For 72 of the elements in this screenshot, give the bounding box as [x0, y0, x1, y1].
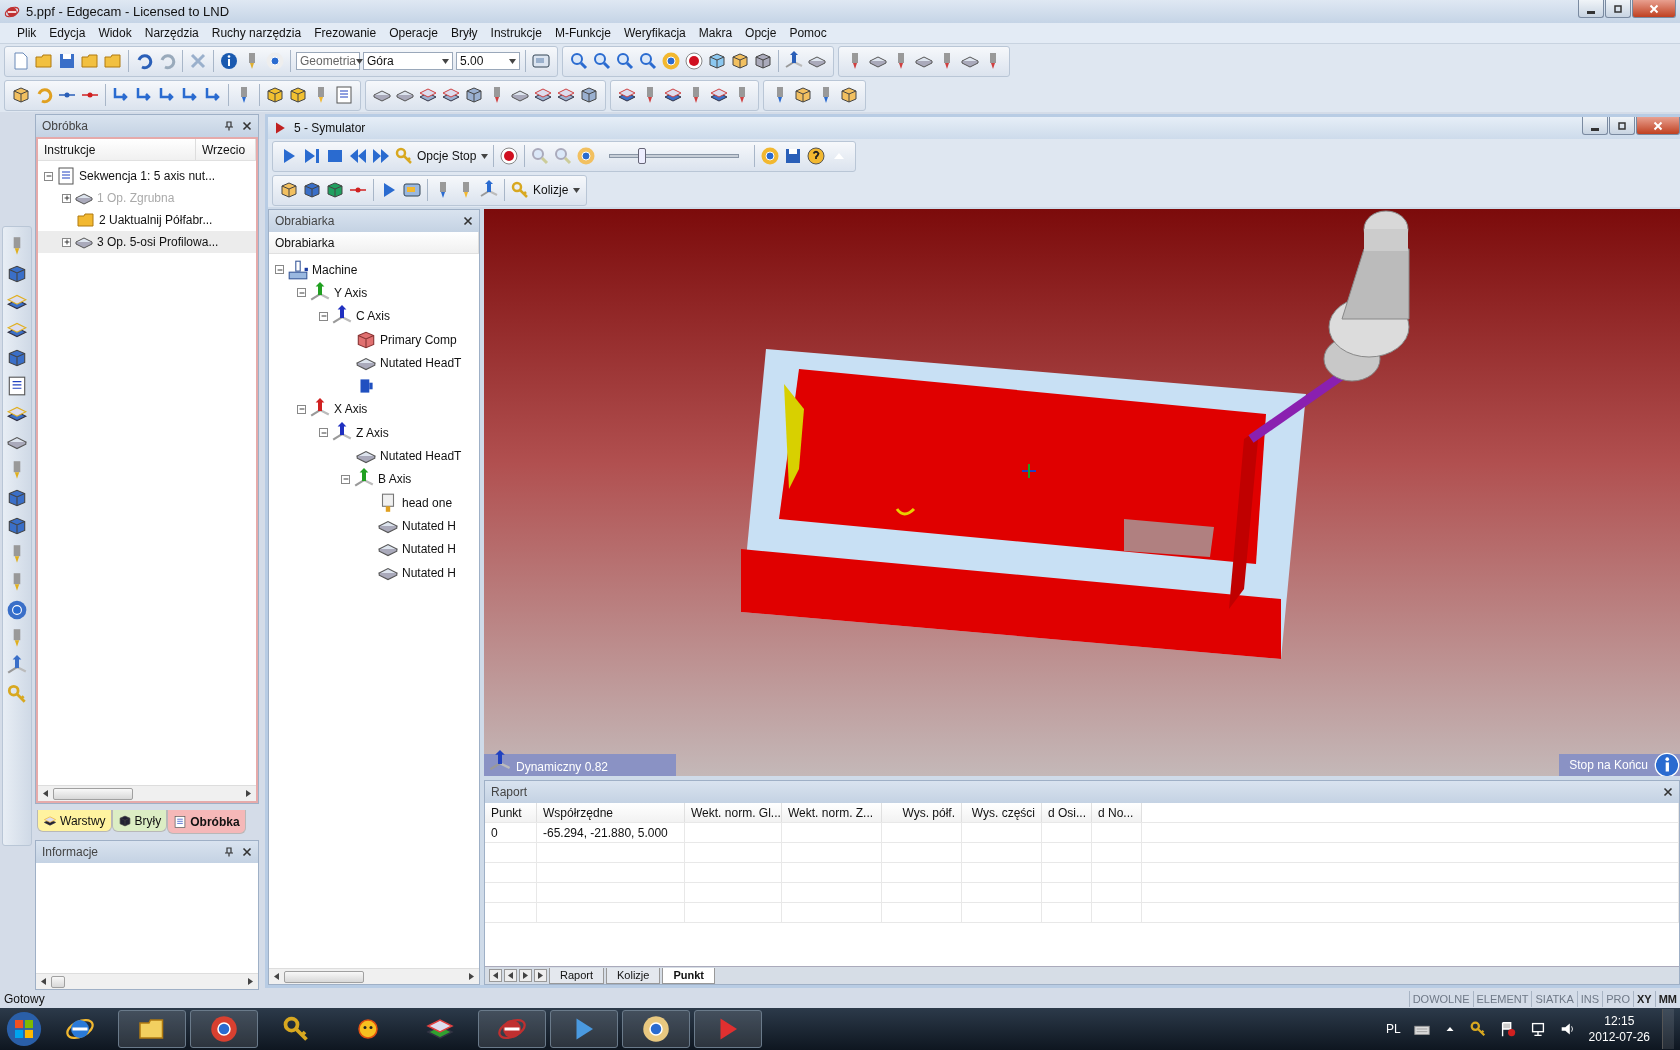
menu-item[interactable]: Operacje — [382, 26, 444, 40]
window-title: 5.ppf - Edgecam - Licensed to LND — [26, 4, 231, 19]
menu-item[interactable]: M-Funkcje — [547, 26, 617, 40]
panel-tab[interactable]: Warstwy — [37, 810, 112, 832]
panel-tab[interactable]: Bryły — [111, 810, 168, 832]
panel-title: Raport — [491, 785, 528, 799]
stop-options-button[interactable]: Opcje Stop — [417, 149, 489, 163]
tree-item[interactable]: 3 Op. 5-osi Profilowa... — [38, 231, 256, 253]
tree-item[interactable]: Primary Comp — [269, 327, 479, 352]
menu-item[interactable]: Opcje — [738, 26, 783, 40]
clock[interactable]: 12:15 2012-07-26 — [1588, 1013, 1650, 1045]
status-indicator: XY — [1633, 991, 1655, 1007]
column-header[interactable]: Wys. półf. — [882, 803, 962, 822]
language-indicator[interactable]: PL — [1385, 1022, 1401, 1036]
column-header[interactable]: Współrzędne — [537, 803, 685, 822]
menu-item[interactable]: Weryfikacja — [616, 26, 692, 40]
status-indicator: INS — [1576, 991, 1603, 1007]
tree-item[interactable]: Nutated H — [269, 537, 479, 561]
tree-item[interactable]: Z Axis — [269, 421, 479, 445]
column-header[interactable]: Obrabiarka — [269, 232, 479, 253]
menu-item[interactable]: Instrukcje — [483, 26, 548, 40]
menu-item[interactable]: Frezowanie — [307, 26, 383, 40]
column-header[interactable]: d No... — [1092, 803, 1142, 822]
tree-item[interactable]: Nutated H — [269, 514, 479, 538]
tree-item[interactable]: B Axis — [269, 467, 479, 491]
menu-item[interactable]: Ruchy narzędzia — [204, 26, 308, 40]
collisions-button[interactable]: Kolizje — [533, 183, 581, 197]
tree-item[interactable]: Nutated HeadT — [269, 351, 479, 375]
menu-item[interactable]: Pomoc — [782, 26, 833, 40]
column-header[interactable]: Wrzecio — [196, 139, 256, 160]
tree-item[interactable]: Sekwencja 1: 5 axis nut... — [38, 165, 256, 187]
dropdown[interactable]: Geometria — [296, 52, 360, 70]
status-indicator: MM — [1654, 991, 1680, 1007]
sheet-tab[interactable]: Raport — [549, 967, 605, 984]
tree-item[interactable]: Machine — [269, 258, 479, 282]
column-header[interactable]: d Osi... — [1042, 803, 1092, 822]
dropdown[interactable]: Góra — [363, 52, 453, 70]
menu-item[interactable]: Plik — [10, 26, 43, 40]
window-title: 5 - Symulator — [294, 121, 367, 135]
sheet-tab[interactable]: Kolizje — [606, 967, 661, 984]
panel-title: Obróbka — [42, 119, 89, 133]
sheet-tab[interactable]: Punkt — [662, 967, 715, 984]
tree-item[interactable]: Nutated H — [269, 560, 479, 585]
column-header[interactable]: Wys. części — [962, 803, 1042, 822]
menu-item[interactable]: Edycja — [42, 26, 92, 40]
column-header[interactable]: Wekt. norm. Z... — [782, 803, 882, 822]
status-indicator: DOWOLNE — [1408, 991, 1473, 1007]
panel-title: Informacje — [42, 845, 99, 859]
panel-title: Obrabiarka — [275, 214, 335, 228]
table-cell: 0 — [485, 823, 537, 842]
column-header[interactable]: Wekt. norm. Gl... — [685, 803, 782, 822]
tree-item[interactable]: 2 Uaktualnij Półfabr... — [38, 209, 256, 231]
panel-tab[interactable]: Obróbka — [167, 810, 246, 834]
tree-item[interactable]: head one — [269, 490, 479, 515]
status-text: Gotowy — [4, 992, 45, 1006]
tree-item[interactable]: X Axis — [269, 397, 479, 422]
status-indicator: SIATKA — [1531, 991, 1577, 1007]
menu-item[interactable]: Bryły — [443, 26, 484, 40]
menu-item[interactable]: Narzędzia — [137, 26, 205, 40]
table-cell: -65.294, -21.880, 5.000 — [537, 823, 685, 842]
stop-mode-label: Stop na Końcu — [1569, 758, 1648, 772]
column-header[interactable]: Punkt — [485, 803, 537, 822]
status-indicator: PRO — [1602, 991, 1633, 1007]
tree-item[interactable]: Nutated HeadT — [269, 444, 479, 468]
dropdown[interactable]: 5.00 — [456, 52, 520, 70]
status-indicator: ELEMENT — [1472, 991, 1532, 1007]
tree-item[interactable]: C Axis — [269, 304, 479, 328]
tree-item[interactable]: Y Axis — [269, 281, 479, 305]
render-mode-label: Dynamiczny 0.82 — [516, 760, 609, 774]
menu-item[interactable]: Widok — [91, 26, 138, 40]
column-header[interactable]: Instrukcje — [38, 139, 196, 160]
menu-item[interactable]: Makra — [691, 26, 739, 40]
